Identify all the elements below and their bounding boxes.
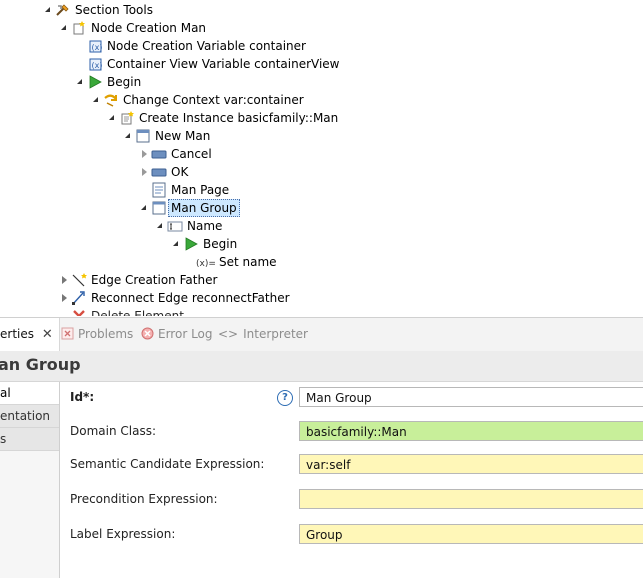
view-tab-bar: erties ✕ Problems Error Log <> Interprete… bbox=[0, 317, 643, 352]
tree-label-selected: Man Group bbox=[168, 199, 240, 217]
tree-label: Cancel bbox=[171, 147, 212, 161]
tab-problems[interactable]: Problems bbox=[61, 318, 133, 351]
domain-class-label: Domain Class: bbox=[70, 424, 156, 438]
precondition-label: Precondition Expression: bbox=[70, 492, 218, 506]
precondition-field[interactable] bbox=[299, 489, 643, 509]
expand-toggle[interactable] bbox=[44, 1, 54, 19]
svg-text:(x)=: (x)= bbox=[196, 259, 216, 269]
problems-icon bbox=[61, 327, 74, 340]
help-icon[interactable]: ? bbox=[277, 390, 293, 406]
tree-label: New Man bbox=[155, 129, 211, 143]
tree-label: Container View Variable containerView bbox=[107, 57, 340, 71]
variable-icon: (x) bbox=[89, 40, 103, 53]
semantic-candidate-label: Semantic Candidate Expression: bbox=[70, 457, 265, 471]
svg-text:(x): (x) bbox=[92, 43, 103, 52]
text-widget-icon bbox=[167, 221, 183, 232]
properties-content: al entation s Id*: ? Man Group Domain Cl… bbox=[0, 382, 643, 578]
properties-sidebar: al entation s bbox=[0, 382, 60, 578]
expand-toggle[interactable] bbox=[172, 235, 182, 253]
create-instance-icon bbox=[121, 111, 134, 125]
error-log-icon bbox=[141, 327, 154, 340]
tree-label: Man Page bbox=[171, 183, 230, 197]
label-expression-field[interactable]: Group bbox=[299, 524, 643, 544]
set-variable-icon: (x)= bbox=[196, 259, 216, 269]
node-creation-icon bbox=[73, 21, 85, 35]
page-title: an Group bbox=[0, 355, 81, 374]
label-expression-label: Label Expression: bbox=[70, 527, 176, 541]
tree-label: Change Context var:container bbox=[123, 93, 304, 107]
tree-label: Reconnect Edge reconnectFather bbox=[91, 291, 290, 305]
delete-icon bbox=[73, 310, 85, 316]
sidebar-item-general[interactable]: al bbox=[0, 382, 59, 405]
tree-label: Set name bbox=[219, 255, 277, 269]
sidebar-item-other[interactable]: s bbox=[0, 428, 59, 451]
change-context-icon bbox=[104, 94, 117, 107]
tree-label: Node Creation Variable container bbox=[107, 39, 306, 53]
expand-toggle[interactable] bbox=[156, 217, 166, 235]
expand-toggle[interactable] bbox=[140, 199, 150, 217]
svg-text:(x): (x) bbox=[92, 61, 103, 70]
tab-properties[interactable]: erties ✕ bbox=[0, 318, 60, 351]
close-icon[interactable]: ✕ bbox=[42, 327, 53, 342]
button-icon bbox=[151, 150, 167, 159]
semantic-candidate-field[interactable]: var:self bbox=[299, 454, 643, 474]
expand-toggle[interactable] bbox=[92, 91, 102, 109]
expand-toggle[interactable] bbox=[140, 145, 150, 163]
tree-label: Edge Creation Father bbox=[91, 273, 218, 287]
tree-label: Create Instance basicfamily::Man bbox=[139, 111, 339, 125]
tab-label: Problems bbox=[78, 327, 134, 341]
begin-play-icon bbox=[89, 75, 102, 89]
tree-label: Delete Element ... bbox=[91, 309, 200, 316]
tab-label: Error Log bbox=[158, 327, 213, 341]
tab-error-log[interactable]: Error Log bbox=[141, 318, 213, 351]
expand-toggle[interactable] bbox=[140, 163, 150, 181]
edge-creation-icon bbox=[72, 273, 87, 287]
tab-label: Interpreter bbox=[243, 327, 308, 341]
tree-label: Begin bbox=[107, 75, 142, 89]
properties-view: erties ✕ Problems Error Log <> Interprete… bbox=[0, 317, 643, 578]
sidebar-item-documentation[interactable]: entation bbox=[0, 405, 59, 428]
expand-toggle[interactable] bbox=[76, 73, 86, 91]
id-field[interactable]: Man Group bbox=[299, 387, 643, 407]
tree-label: Name bbox=[187, 219, 223, 233]
outline-tree: Section Tools Node Creation Man (x) Node… bbox=[0, 0, 643, 316]
section-tools-icon bbox=[56, 4, 69, 16]
tab-label: erties bbox=[0, 327, 34, 341]
reconnect-edge-icon bbox=[72, 291, 85, 305]
expand-toggle[interactable] bbox=[108, 109, 118, 127]
tree-label: Node Creation Man bbox=[91, 21, 207, 35]
page-icon bbox=[136, 129, 150, 143]
tree-label: Begin bbox=[203, 237, 238, 251]
expand-toggle[interactable] bbox=[124, 127, 134, 145]
begin-play-icon bbox=[185, 237, 198, 251]
expand-toggle[interactable] bbox=[60, 19, 70, 37]
group-icon bbox=[152, 201, 166, 215]
interpreter-icon: <> bbox=[218, 327, 239, 341]
tree-label: Section Tools bbox=[75, 3, 153, 17]
id-label: Id*: bbox=[70, 390, 95, 404]
button-icon bbox=[151, 168, 167, 177]
expand-toggle[interactable] bbox=[60, 271, 70, 289]
expand-toggle[interactable] bbox=[60, 289, 70, 307]
variable-icon: (x) bbox=[89, 58, 103, 71]
page-icon bbox=[152, 182, 166, 198]
properties-title-bar: an Group bbox=[0, 351, 643, 382]
tree-label: OK bbox=[171, 165, 189, 179]
domain-class-field[interactable]: basicfamily::Man bbox=[299, 421, 643, 441]
tab-interpreter[interactable]: <> Interpreter bbox=[218, 318, 308, 351]
